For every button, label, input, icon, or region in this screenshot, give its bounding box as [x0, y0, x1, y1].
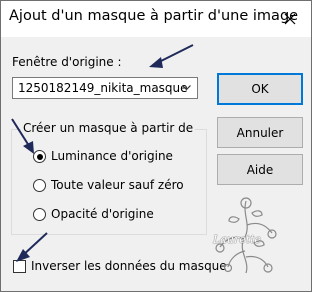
- annotation-arrow-radio: [11, 118, 34, 154]
- source-window-value: 1250182149_nikita_masque: [18, 81, 188, 95]
- ok-button[interactable]: OK: [217, 73, 303, 105]
- close-icon: [284, 13, 296, 25]
- help-button[interactable]: Aide: [217, 154, 303, 185]
- radio-button[interactable]: [33, 179, 46, 192]
- source-window-select[interactable]: 1250182149_nikita_masque: [12, 77, 198, 99]
- dialog-title: Ajout d'un masque à partir d'une image: [9, 8, 299, 24]
- mask-source-legend: Créer un masque à partir de: [21, 121, 196, 135]
- source-window-label: Fenêtre d'origine :: [12, 55, 122, 69]
- title-bar: Ajout d'un masque à partir d'une image: [1, 1, 311, 37]
- cancel-button[interactable]: Annuler: [217, 117, 303, 148]
- radio-label[interactable]: Toute valeur sauf zéro: [51, 178, 184, 192]
- chevron-down-icon: [182, 85, 191, 91]
- close-button[interactable]: [269, 1, 311, 37]
- invert-mask-label[interactable]: Inverser les données du masque: [31, 259, 227, 273]
- annotation-arrow-source: [149, 44, 194, 68]
- radio-button[interactable]: [33, 208, 46, 221]
- watermark-text: Laurette: [213, 233, 262, 246]
- radio-label[interactable]: Luminance d'origine: [51, 149, 173, 163]
- mask-from-image-dialog: Ajout d'un masque à partir d'une image F…: [0, 0, 312, 292]
- annotation-arrow-invert: [16, 232, 48, 262]
- radio-label[interactable]: Opacité d'origine: [51, 207, 154, 221]
